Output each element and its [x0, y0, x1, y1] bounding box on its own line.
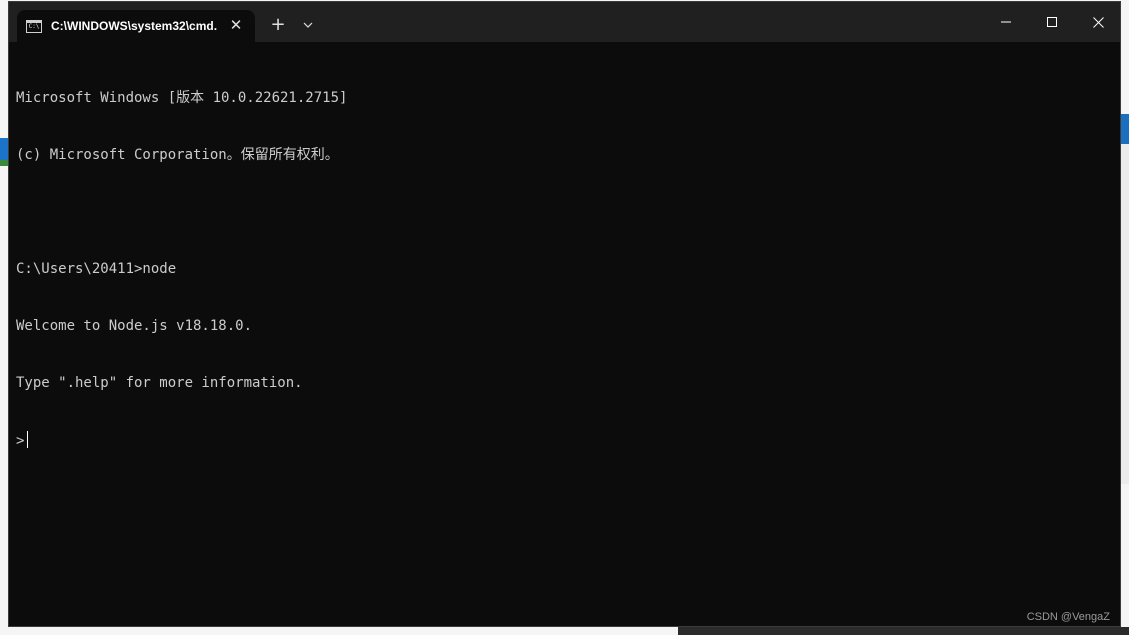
- close-icon[interactable]: [1075, 2, 1120, 42]
- console-line: Microsoft Windows [版本 10.0.22621.2715]: [16, 90, 348, 106]
- backdrop-blue-left: [0, 138, 8, 160]
- prompt-line[interactable]: >: [16, 431, 1106, 450]
- cmd-icon-text: C:\: [28, 23, 40, 30]
- chevron-down-icon[interactable]: [297, 14, 319, 36]
- cmd-icon: C:\: [26, 19, 42, 33]
- maximize-icon[interactable]: [1029, 2, 1075, 42]
- text-cursor: [27, 431, 29, 448]
- console-line: Type ".help" for more information.: [16, 375, 303, 391]
- terminal-window: C:\ C:\WINDOWS\system32\cmd. ✕ + Microso…: [8, 1, 1121, 627]
- console-output[interactable]: Microsoft Windows [版本 10.0.22621.2715] (…: [16, 51, 1106, 611]
- console-line: C:\Users\20411>node: [16, 261, 177, 277]
- backdrop-green-left: [0, 160, 8, 166]
- tab-cmd[interactable]: C:\ C:\WINDOWS\system32\cmd. ✕: [17, 10, 255, 42]
- console-line: (c) Microsoft Corporation。保留所有权利。: [16, 147, 339, 163]
- backdrop-dark-bar: [678, 627, 1129, 635]
- tab-title: C:\WINDOWS\system32\cmd.: [51, 19, 218, 33]
- minimize-icon[interactable]: [983, 2, 1029, 42]
- close-tab-icon[interactable]: ✕: [227, 16, 245, 34]
- title-bar[interactable]: C:\ C:\WINDOWS\system32\cmd. ✕ +: [9, 2, 1120, 42]
- new-tab-button[interactable]: +: [267, 14, 289, 36]
- prompt-symbol: >: [16, 433, 25, 449]
- console-line: Welcome to Node.js v18.18.0.: [16, 318, 253, 334]
- watermark: CSDN @VengaZ: [1026, 611, 1110, 623]
